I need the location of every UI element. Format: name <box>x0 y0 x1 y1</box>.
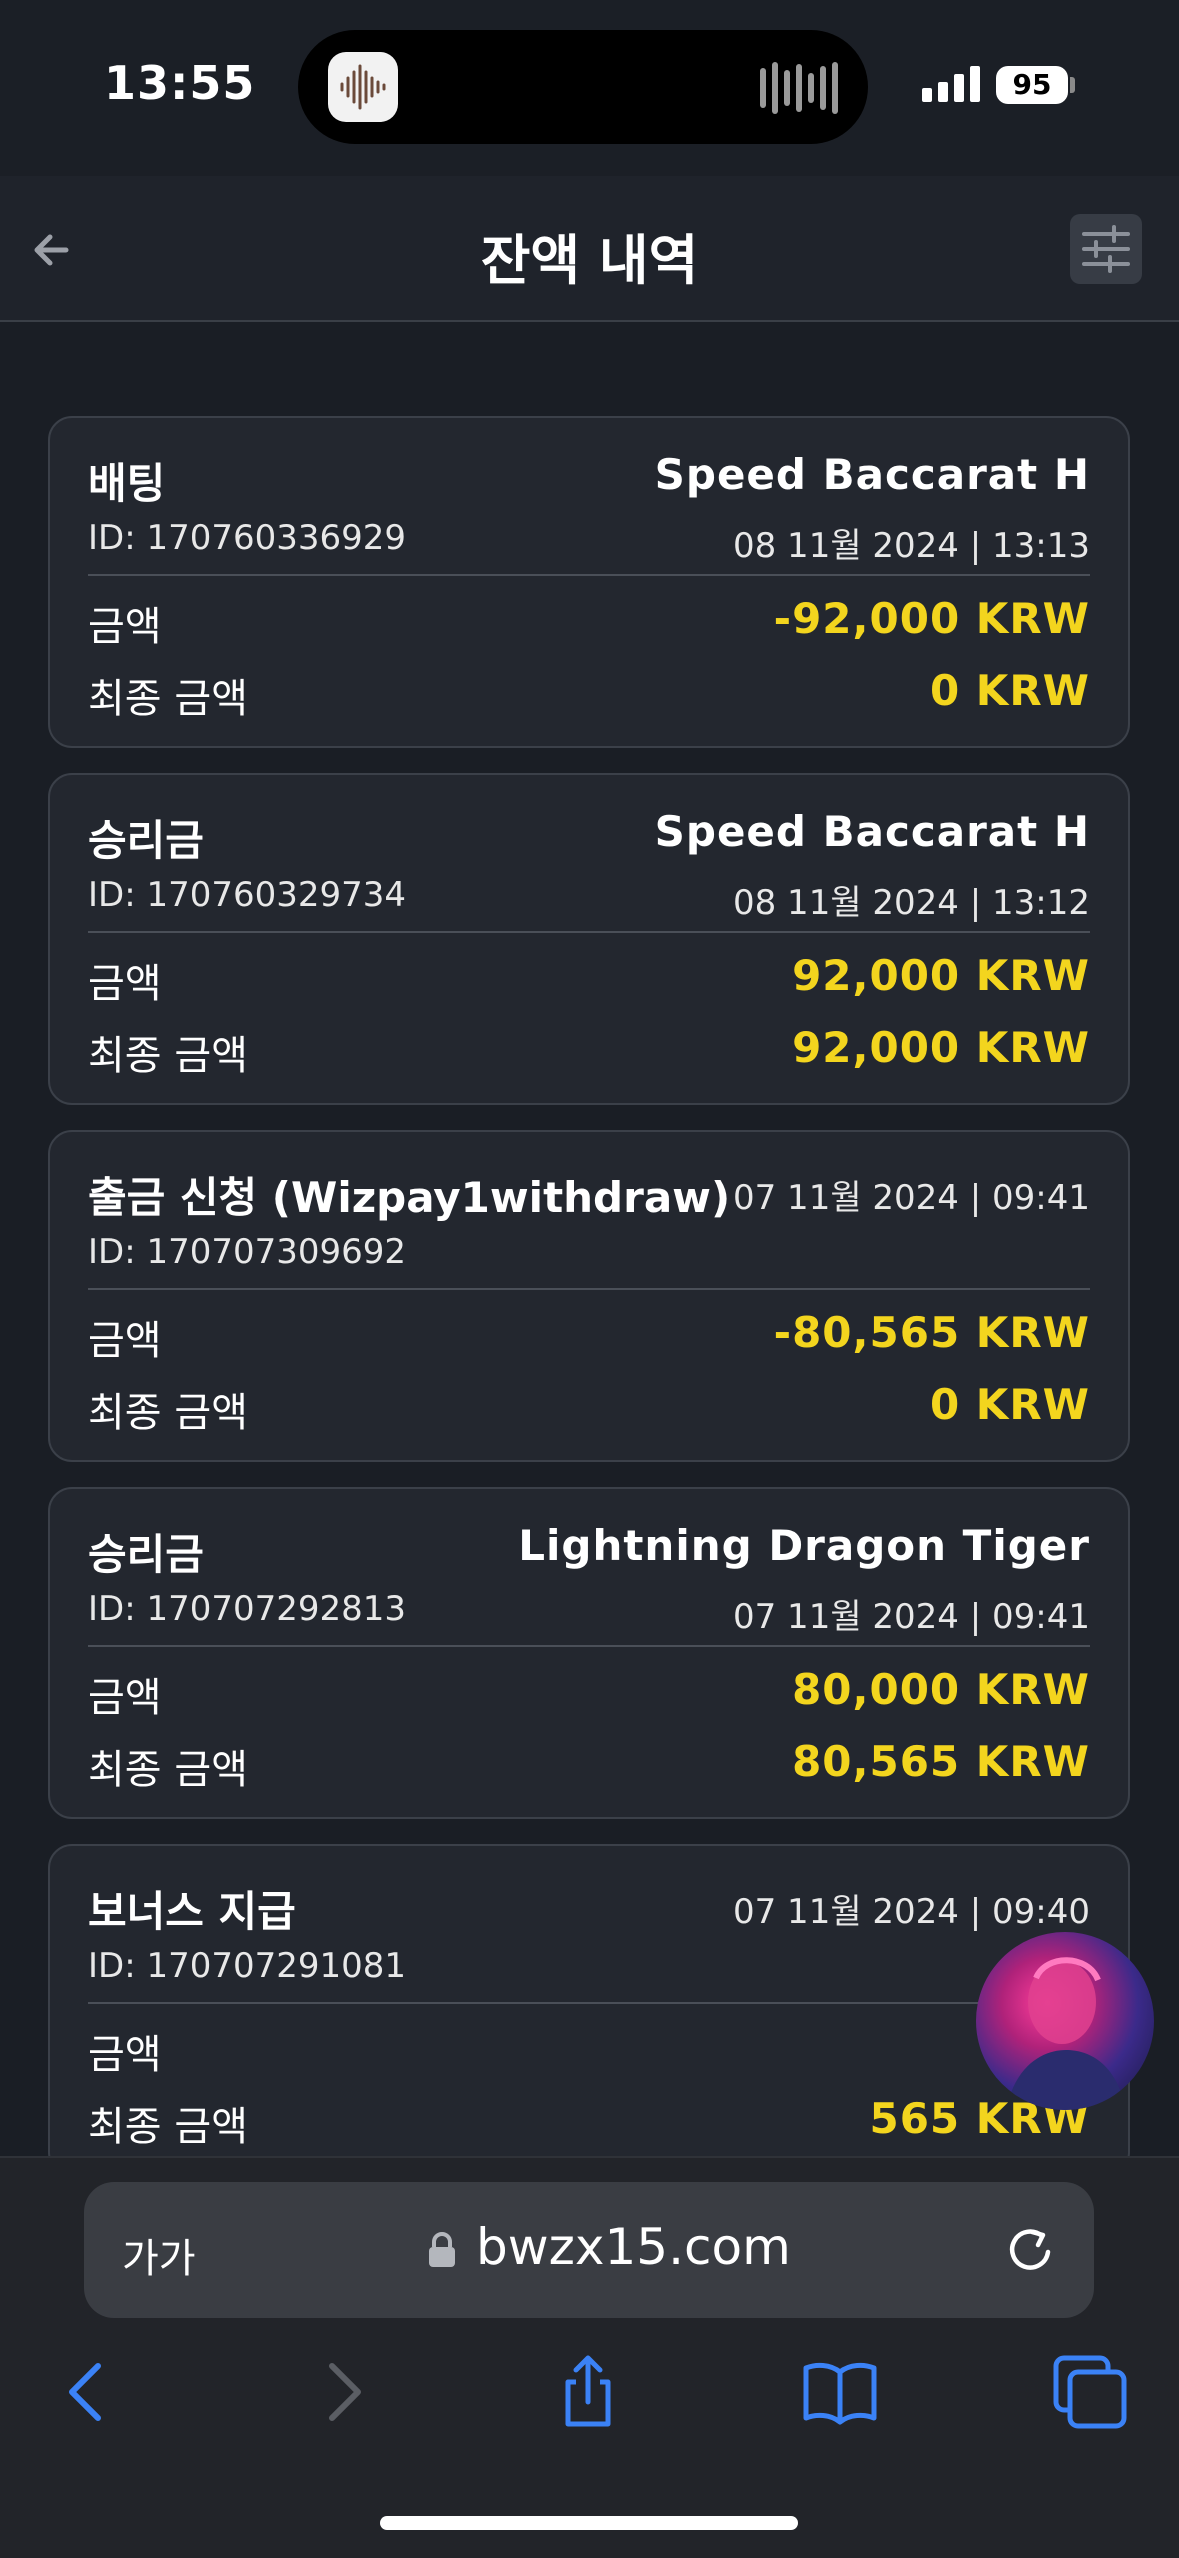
reload-icon[interactable] <box>1002 2222 1058 2278</box>
transaction-type: 승리금 <box>88 816 204 865</box>
transaction-date: 08 11월 2024 | 13:12 <box>732 883 1090 923</box>
final-amount-label: 최종 금액 <box>88 676 248 722</box>
sliders-icon <box>1082 225 1130 273</box>
amount-label: 금액 <box>88 604 162 650</box>
audio-app-icon <box>328 52 398 122</box>
divider <box>88 2002 1090 2004</box>
transaction-game: Speed Baccarat H <box>654 450 1090 499</box>
transaction-card[interactable]: 승리금 Speed Baccarat H ID: 170760329734 08… <box>48 773 1130 1105</box>
address-bar[interactable]: 가가 bwzx15.com <box>84 2182 1094 2318</box>
transaction-date: 07 11월 2024 | 09:41 <box>732 1178 1090 1218</box>
transaction-type: 승리금 <box>88 1530 204 1579</box>
final-amount-label: 최종 금액 <box>88 1033 248 1079</box>
amount-value: -92,000 KRW <box>773 594 1090 643</box>
transaction-card[interactable]: 출금 신청 (Wizpay1withdraw) ID: 170707309692… <box>48 1130 1130 1462</box>
amount-value: 92,000 KRW <box>792 951 1090 1000</box>
support-chat-avatar[interactable] <box>976 1932 1154 2110</box>
final-amount-label: 최종 금액 <box>88 1747 248 1793</box>
transaction-card[interactable]: 승리금 Lightning Dragon Tiger ID: 170707292… <box>48 1487 1130 1819</box>
signal-icon <box>922 64 980 102</box>
transaction-id: ID: 170707292813 <box>88 1589 407 1629</box>
final-amount-label: 최종 금액 <box>88 2104 248 2150</box>
page-title: 잔액 내역 <box>480 229 699 292</box>
divider <box>88 931 1090 933</box>
page-header: 잔액 내역 <box>0 176 1179 322</box>
home-indicator[interactable] <box>380 2516 798 2530</box>
battery-icon: 95 <box>996 66 1068 104</box>
text-size-button[interactable]: 가가 <box>122 2226 196 2284</box>
divider <box>88 574 1090 576</box>
transaction-id: ID: 170760336929 <box>88 518 407 558</box>
tabs-icon[interactable] <box>1050 2352 1130 2432</box>
amount-value: -80,565 KRW <box>773 1308 1090 1357</box>
forward-nav-icon[interactable] <box>302 2352 382 2432</box>
status-time: 13:55 <box>104 56 256 110</box>
transaction-id: ID: 170760329734 <box>88 875 407 915</box>
amount-label: 금액 <box>88 1675 162 1721</box>
amount-value: 80,000 KRW <box>792 1665 1090 1714</box>
amount-label: 금액 <box>88 961 162 1007</box>
divider <box>88 1645 1090 1647</box>
bookmarks-icon[interactable] <box>800 2352 880 2432</box>
waveform-icon <box>760 62 838 114</box>
transaction-type: 배팅 <box>88 459 166 508</box>
transaction-id: ID: 170707309692 <box>88 1232 407 1272</box>
transaction-type: 보너스 지급 <box>88 1887 296 1936</box>
final-amount-value: 0 KRW <box>929 666 1090 715</box>
amount-label: 금액 <box>88 1318 162 1364</box>
final-amount-value: 0 KRW <box>929 1380 1090 1429</box>
amount-label: 금액 <box>88 2032 162 2078</box>
final-amount-label: 최종 금액 <box>88 1390 248 1436</box>
transaction-date: 07 11월 2024 | 09:40 <box>732 1892 1090 1932</box>
transaction-list[interactable]: 배팅 Speed Baccarat H ID: 170760336929 08 … <box>48 416 1130 2156</box>
filter-button[interactable] <box>1070 214 1142 284</box>
final-amount-value: 92,000 KRW <box>792 1023 1090 1072</box>
transaction-card[interactable]: 보너스 지급 ID: 170707291081 07 11월 2024 | 09… <box>48 1844 1130 2156</box>
transaction-game: Speed Baccarat H <box>654 807 1090 856</box>
battery-tip <box>1070 77 1075 93</box>
back-nav-icon[interactable] <box>48 2352 128 2432</box>
final-amount-value: 80,565 KRW <box>792 1737 1090 1786</box>
dynamic-island[interactable] <box>298 30 868 144</box>
lock-icon <box>429 2232 455 2267</box>
status-bar: 13:55 95 <box>0 0 1179 176</box>
transaction-type: 출금 신청 (Wizpay1withdraw) <box>88 1173 731 1222</box>
transaction-card[interactable]: 배팅 Speed Baccarat H ID: 170760336929 08 … <box>48 416 1130 748</box>
transaction-game: Lightning Dragon Tiger <box>518 1521 1090 1570</box>
divider <box>88 1288 1090 1290</box>
url-text: bwzx15.com <box>476 2218 791 2276</box>
transaction-date: 08 11월 2024 | 13:13 <box>732 526 1090 566</box>
transaction-id: ID: 170707291081 <box>88 1946 407 1986</box>
transaction-date: 07 11월 2024 | 09:41 <box>732 1597 1090 1637</box>
share-icon[interactable] <box>548 2352 628 2432</box>
person-portrait-icon <box>1006 1957 1126 2110</box>
